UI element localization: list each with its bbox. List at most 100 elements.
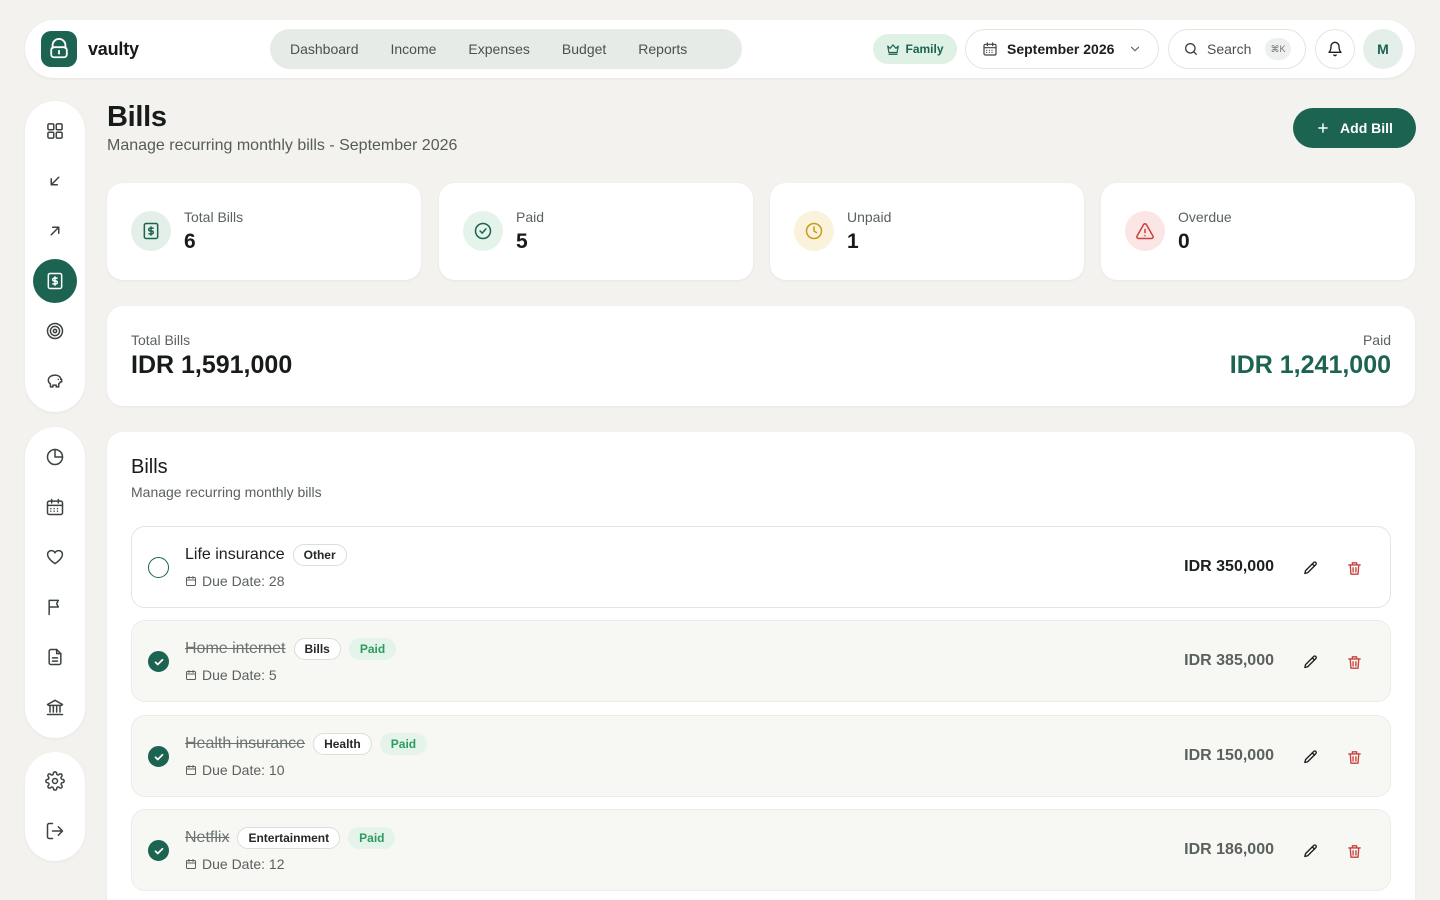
grid-icon bbox=[47, 123, 63, 139]
family-plan-badge[interactable]: Family bbox=[873, 34, 957, 64]
edit-bill-button[interactable] bbox=[1298, 839, 1322, 863]
summary-total-value: IDR 1,591,000 bbox=[131, 351, 293, 379]
bill-amount: IDR 350,000 bbox=[1184, 558, 1274, 575]
pencil-icon bbox=[1303, 749, 1317, 763]
calendar-icon bbox=[186, 576, 196, 586]
family-label: Family bbox=[905, 42, 944, 56]
stat-value: 0 bbox=[1178, 230, 1190, 253]
sidebar-item-bills[interactable] bbox=[33, 259, 77, 303]
sidebar-item-income[interactable] bbox=[33, 159, 77, 203]
calendar-icon bbox=[186, 670, 196, 680]
stat-value: 6 bbox=[184, 230, 196, 253]
check-icon bbox=[154, 658, 163, 665]
trash-icon bbox=[1347, 844, 1361, 858]
bills-panel: Bills Manage recurring monthly bills Lif… bbox=[107, 432, 1415, 900]
edit-bill-button[interactable] bbox=[1298, 556, 1322, 580]
month-picker-value: September 2026 bbox=[1007, 41, 1115, 57]
sidebar-item-calendar[interactable] bbox=[33, 485, 77, 529]
bill-paid-checkbox[interactable] bbox=[148, 651, 169, 672]
bill-row: Home internet Bills Paid Due Date: 5 IDR… bbox=[131, 620, 1391, 702]
bills-panel-subtitle: Manage recurring monthly bills bbox=[131, 484, 322, 500]
sidebar-item-dashboard[interactable] bbox=[33, 109, 77, 153]
nav-reports[interactable]: Reports bbox=[622, 33, 703, 65]
bill-due-date: Due Date: 12 bbox=[185, 856, 285, 872]
stat-card-total: Total Bills 6 bbox=[107, 183, 421, 280]
bill-icon bbox=[143, 222, 159, 240]
crown-icon bbox=[887, 44, 900, 55]
bill-due-text: Due Date: 28 bbox=[202, 573, 285, 589]
pencil-icon bbox=[1303, 560, 1317, 574]
bank-icon bbox=[46, 699, 64, 716]
nav-income[interactable]: Income bbox=[375, 33, 453, 65]
search-label: Search bbox=[1207, 41, 1252, 57]
search-icon bbox=[1185, 43, 1197, 55]
trash-icon bbox=[1347, 655, 1361, 669]
top-bar: vaulty Dashboard Income Expenses Budget … bbox=[25, 20, 1415, 78]
summary-total-label: Total Bills bbox=[131, 332, 191, 348]
pie-chart-icon bbox=[46, 448, 64, 466]
user-avatar[interactable]: M bbox=[1363, 29, 1403, 69]
bill-icon bbox=[47, 272, 63, 290]
calendar-icon bbox=[186, 859, 196, 869]
calendar-icon bbox=[983, 42, 997, 56]
stat-total-icon-wrap bbox=[131, 211, 171, 251]
app-logo-icon[interactable] bbox=[41, 31, 77, 67]
warning-icon bbox=[1136, 223, 1154, 240]
sidebar-secondary-group bbox=[25, 427, 85, 738]
bill-name: Home internet bbox=[185, 640, 286, 657]
check-icon bbox=[154, 847, 163, 854]
bill-paid-checkbox[interactable] bbox=[148, 557, 169, 578]
bill-due-date: Due Date: 5 bbox=[185, 667, 277, 683]
page-title: Bills bbox=[107, 101, 167, 133]
bill-category-tag: Other bbox=[292, 544, 347, 566]
notifications-button[interactable] bbox=[1315, 29, 1355, 69]
delete-bill-button[interactable] bbox=[1342, 745, 1366, 769]
bill-amount: IDR 186,000 bbox=[1184, 841, 1274, 858]
edit-bill-button[interactable] bbox=[1298, 745, 1322, 769]
stat-card-paid: Paid 5 bbox=[439, 183, 753, 280]
bill-status-badge: Paid bbox=[379, 733, 428, 755]
piggy-bank-icon bbox=[47, 374, 63, 388]
summary-paid-value: IDR 1,241,000 bbox=[1229, 351, 1391, 379]
bill-name: Health insurance bbox=[185, 735, 306, 752]
stat-value: 1 bbox=[847, 230, 859, 253]
sidebar-item-logout[interactable] bbox=[33, 809, 77, 853]
nav-budget[interactable]: Budget bbox=[546, 33, 622, 65]
bill-paid-checkbox[interactable] bbox=[148, 746, 169, 767]
sidebar-item-expenses[interactable] bbox=[33, 209, 77, 253]
calendar-icon bbox=[186, 765, 196, 775]
nav-dashboard[interactable]: Dashboard bbox=[274, 33, 375, 65]
bill-row: Life insurance Other Due Date: 28 IDR 35… bbox=[131, 526, 1391, 608]
sidebar-item-accounts[interactable] bbox=[33, 685, 77, 729]
check-icon bbox=[154, 753, 163, 760]
sidebar-item-savings[interactable] bbox=[33, 359, 77, 403]
main-nav: Dashboard Income Expenses Budget Reports bbox=[270, 29, 742, 69]
stat-label: Total Bills bbox=[184, 209, 244, 225]
sidebar-item-milestones[interactable] bbox=[33, 585, 77, 629]
logout-icon bbox=[46, 822, 64, 840]
delete-bill-button[interactable] bbox=[1342, 839, 1366, 863]
sidebar-item-documents[interactable] bbox=[33, 635, 77, 679]
sidebar-item-settings[interactable] bbox=[33, 759, 77, 803]
delete-bill-button[interactable] bbox=[1342, 650, 1366, 674]
add-bill-button[interactable]: Add Bill bbox=[1293, 108, 1416, 148]
trash-icon bbox=[1347, 561, 1361, 575]
check-circle-icon bbox=[474, 222, 492, 240]
stat-unpaid-icon-wrap bbox=[794, 211, 834, 251]
delete-bill-button[interactable] bbox=[1342, 556, 1366, 580]
sidebar-item-wishlist[interactable] bbox=[33, 535, 77, 579]
sidebar-item-analytics[interactable] bbox=[33, 435, 77, 479]
bill-category-tag: Health bbox=[313, 733, 372, 755]
edit-bill-button[interactable] bbox=[1298, 650, 1322, 674]
stat-value: 5 bbox=[516, 230, 528, 253]
app-name: vaulty bbox=[88, 39, 139, 59]
month-picker[interactable]: September 2026 bbox=[965, 29, 1159, 69]
sidebar-main-group bbox=[25, 101, 85, 412]
bill-paid-checkbox[interactable] bbox=[148, 840, 169, 861]
document-icon bbox=[48, 648, 62, 666]
settings-icon bbox=[45, 771, 65, 791]
sidebar-item-goals[interactable] bbox=[33, 309, 77, 353]
search-button[interactable]: Search ⌘K bbox=[1168, 29, 1306, 69]
nav-expenses[interactable]: Expenses bbox=[452, 33, 545, 65]
bill-due-date: Due Date: 28 bbox=[185, 573, 285, 589]
